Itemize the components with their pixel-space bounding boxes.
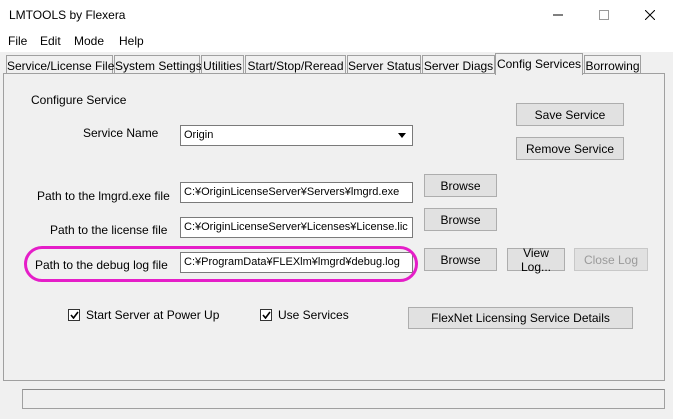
lmtools-window: LMTOOLS by Flexera File Edit Mode Help S…: [0, 0, 673, 419]
tab-borrowing[interactable]: Borrowing: [584, 55, 641, 74]
service-name-label: Service Name: [83, 126, 159, 140]
use-services-checkbox[interactable]: [260, 309, 272, 321]
view-log-button[interactable]: View Log...: [507, 246, 565, 274]
close-log-button[interactable]: Close Log: [574, 248, 648, 271]
configure-service-label: Configure Service: [31, 93, 127, 107]
tab-service-license-file[interactable]: Service/License File: [6, 55, 114, 74]
tab-utilities[interactable]: Utilities: [201, 55, 244, 74]
start-at-power-up-label: Start Server at Power Up: [86, 308, 220, 322]
menu-bar: File Edit Mode Help: [0, 30, 673, 52]
close-icon[interactable]: [627, 0, 673, 30]
menu-mode[interactable]: Mode: [74, 34, 104, 48]
debug-log-browse-button[interactable]: Browse: [424, 248, 497, 271]
license-browse-button[interactable]: Browse: [424, 208, 497, 231]
checkmark-icon: [69, 311, 79, 319]
chevron-down-icon[interactable]: [394, 128, 410, 143]
tab-start-stop-reread[interactable]: Start/Stop/Reread: [245, 55, 346, 74]
license-path-label: Path to the license file: [50, 223, 168, 237]
flexnet-details-button[interactable]: FlexNet Licensing Service Details: [408, 307, 633, 329]
lmgrd-path-input[interactable]: C:¥OriginLicenseServer¥Servers¥lmgrd.exe: [180, 182, 413, 203]
tab-config-services[interactable]: Config Services: [495, 53, 583, 75]
tab-strip: Service/License File System Settings Uti…: [0, 53, 673, 75]
menu-help[interactable]: Help: [119, 34, 144, 48]
maximize-icon[interactable]: [581, 0, 627, 30]
license-path-input[interactable]: C:¥OriginLicenseServer¥Licenses¥License.…: [180, 217, 413, 238]
minimize-icon[interactable]: [535, 0, 581, 30]
save-service-button[interactable]: Save Service: [516, 103, 624, 126]
menu-edit[interactable]: Edit: [40, 34, 61, 48]
service-name-value: Origin: [184, 129, 214, 141]
remove-service-button[interactable]: Remove Service: [516, 137, 624, 160]
status-bar: [22, 389, 665, 409]
lmgrd-path-label: Path to the lmgrd.exe file: [37, 189, 170, 203]
checkmark-icon: [261, 311, 271, 319]
window-title: LMTOOLS by Flexera: [9, 8, 126, 22]
tab-system-settings[interactable]: System Settings: [114, 55, 202, 74]
use-services-label: Use Services: [278, 308, 349, 322]
service-name-dropdown[interactable]: Origin: [180, 125, 413, 146]
start-at-power-up-checkbox[interactable]: [68, 309, 80, 321]
debug-log-highlight-outline: [24, 246, 418, 282]
tab-server-diags[interactable]: Server Diags: [422, 55, 495, 74]
title-bar: LMTOOLS by Flexera: [0, 0, 673, 30]
tab-server-status[interactable]: Server Status: [347, 55, 421, 74]
menu-file[interactable]: File: [8, 34, 27, 48]
lmgrd-browse-button[interactable]: Browse: [424, 174, 497, 197]
